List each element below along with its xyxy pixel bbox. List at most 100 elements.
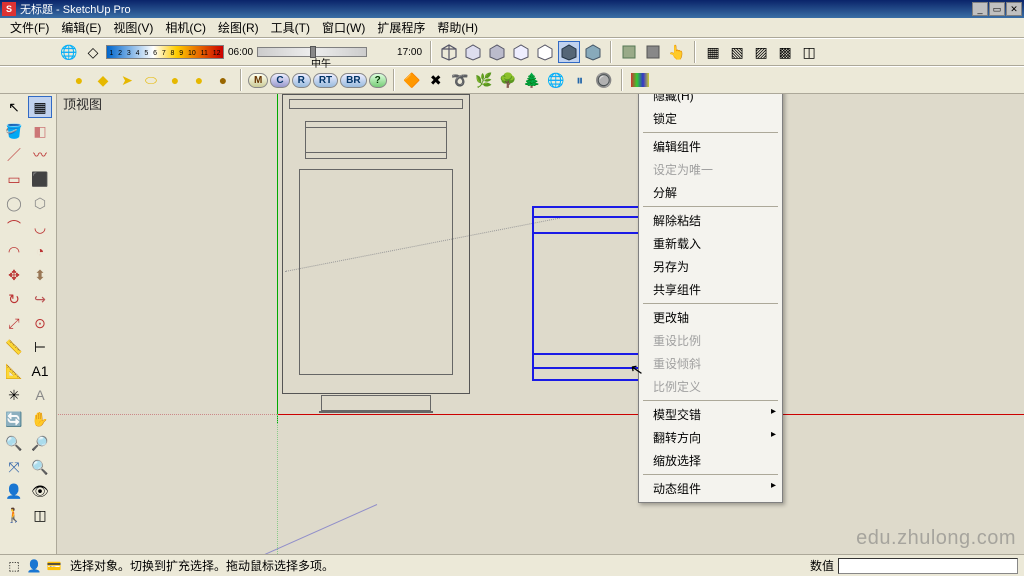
eraser-tool[interactable]: ◧ [28,120,52,142]
style-hidden-icon[interactable] [462,41,484,63]
plugin-b-icon[interactable]: ✖ [425,69,447,91]
maximize-button[interactable]: ▭ [989,2,1005,16]
menu-edit[interactable]: 编辑(E) [55,17,107,38]
ctx-save-as[interactable]: 另存为 [639,255,782,278]
plugin-ring-icon[interactable]: 🔘 [593,69,615,91]
offset-tool[interactable]: ⊙ [28,312,52,334]
menu-window[interactable]: 窗口(W) [316,17,371,38]
arrow-icon[interactable]: ➤ [116,69,138,91]
make-component-tool[interactable]: ▦ [28,96,52,118]
misc-b-icon[interactable]: ▧ [726,41,748,63]
misc-e-icon[interactable]: ◫ [798,41,820,63]
menu-help[interactable]: 帮助(H) [431,17,484,38]
plugin-globe-icon[interactable]: 🌐 [545,69,567,91]
date-slider[interactable]: 123456789101112 [106,45,224,59]
shadow-settings-icon[interactable]: ◇ [82,41,104,63]
style-shaded-tex-icon[interactable] [510,41,532,63]
pill-rt[interactable]: RT [313,73,338,88]
plugin-d-icon[interactable]: 🌿 [473,69,495,91]
model-viewport[interactable]: 顶视图 ↖ 图元信息(I) 删除(E) 隐藏(H) 锁定 编 [57,94,1024,554]
position-camera-tool[interactable]: 👤 [2,480,26,502]
rectangle-tool[interactable]: ▭ [2,168,26,190]
pill-c[interactable]: C [270,73,289,88]
arc-tool[interactable]: ⌒ [2,216,26,238]
style-shaded-icon[interactable] [486,41,508,63]
interact-icon[interactable]: 👆 [666,41,688,63]
style-xray-icon[interactable] [558,41,580,63]
color-swatch-icon[interactable] [629,69,651,91]
pan-tool[interactable]: ✋ [28,408,52,430]
followme-tool[interactable]: ↪ [28,288,52,310]
arc2-tool[interactable]: ◡ [28,216,52,238]
ctx-flip[interactable]: 翻转方向 [639,426,782,449]
plugin-f-icon[interactable]: 🌲 [521,69,543,91]
minimize-button[interactable]: _ [972,2,988,16]
menu-camera[interactable]: 相机(C) [159,17,212,38]
ball2-icon[interactable]: ● [164,69,186,91]
plugin-e-icon[interactable]: 🌳 [497,69,519,91]
component-attrs-icon[interactable] [642,41,664,63]
rotate-tool[interactable]: ↻ [2,288,26,310]
ctx-edit-component[interactable]: 编辑组件 [639,135,782,158]
status-geo-icon[interactable]: ⬚ [6,558,22,574]
pill-help[interactable]: ? [369,73,387,88]
move-tool[interactable]: ✥ [2,264,26,286]
ball3-icon[interactable]: ● [188,69,210,91]
text-tool[interactable]: A1 [28,360,52,382]
freehand-tool[interactable]: 〰 [28,144,52,166]
component-options-icon[interactable] [618,41,640,63]
dimension-tool[interactable]: ⊢ [28,336,52,358]
status-credit-icon[interactable]: 💳 [46,558,62,574]
protractor-tool[interactable]: 📐 [2,360,26,382]
zoom-window-tool[interactable]: 🔎 [28,432,52,454]
circle-tool[interactable]: ◯ [2,192,26,214]
ctx-zoom-selection[interactable]: 缩放选择 [639,449,782,472]
ctx-lock[interactable]: 锁定 [639,107,782,130]
zoom-tool[interactable]: 🔍 [2,432,26,454]
menu-view[interactable]: 视图(V) [107,17,159,38]
shadow-toggle-icon[interactable]: 🌐 [58,41,80,63]
ctx-dynamic-components[interactable]: 动态组件 [639,477,782,500]
ctx-share-component[interactable]: 共享组件 [639,278,782,301]
line-tool[interactable]: ／ [2,144,26,166]
close-button[interactable]: ✕ [1006,2,1022,16]
misc-d-icon[interactable]: ▩ [774,41,796,63]
pill-r[interactable]: R [292,73,311,88]
ctx-intersect[interactable]: 模型交错 [639,403,782,426]
scale-tool[interactable]: ⤢ [2,312,26,334]
ctx-explode[interactable]: 分解 [639,181,782,204]
tape-tool[interactable]: 📏 [2,336,26,358]
menu-file[interactable]: 文件(F) [4,17,55,38]
pill-br[interactable]: BR [340,73,366,88]
sphere-yellow-icon[interactable]: ● [68,69,90,91]
menu-draw[interactable]: 绘图(R) [212,17,265,38]
arc3-tool[interactable]: ◠ [2,240,26,262]
select-tool[interactable]: ↖ [2,96,26,118]
model-object-selected[interactable] [532,206,649,381]
oval-icon[interactable]: ⬭ [140,69,162,91]
ctx-hide[interactable]: 隐藏(H) [639,94,782,107]
ctx-reload[interactable]: 重新载入 [639,232,782,255]
zoom-prev-tool[interactable]: 🔍 [28,456,52,478]
pill-m[interactable]: M [248,73,268,88]
plugin-a-icon[interactable]: 🔶 [401,69,423,91]
3dtext-tool[interactable]: A [28,384,52,406]
ctx-change-axes[interactable]: 更改轴 [639,306,782,329]
misc-c-icon[interactable]: ▨ [750,41,772,63]
axes-tool[interactable]: ✳ [2,384,26,406]
polygon-tool[interactable]: ⬡ [28,192,52,214]
menu-extensions[interactable]: 扩展程序 [371,17,431,38]
ball4-icon[interactable]: ● [212,69,234,91]
plugin-c-icon[interactable]: ➰ [449,69,471,91]
status-user-icon[interactable]: 👤 [26,558,42,574]
paint-tool[interactable]: 🪣 [2,120,26,142]
pushpull-tool[interactable]: ⬍ [28,264,52,286]
zoom-extents-tool[interactable]: ⤧ [2,456,26,478]
style-mono-icon[interactable] [534,41,556,63]
style-wireframe-icon[interactable] [438,41,460,63]
pie-tool[interactable]: ◔ [28,240,52,262]
misc-a-icon[interactable]: ▦ [702,41,724,63]
model-object-cabinet[interactable] [282,94,470,394]
diamond-icon[interactable]: ◆ [92,69,114,91]
menu-tools[interactable]: 工具(T) [265,17,316,38]
